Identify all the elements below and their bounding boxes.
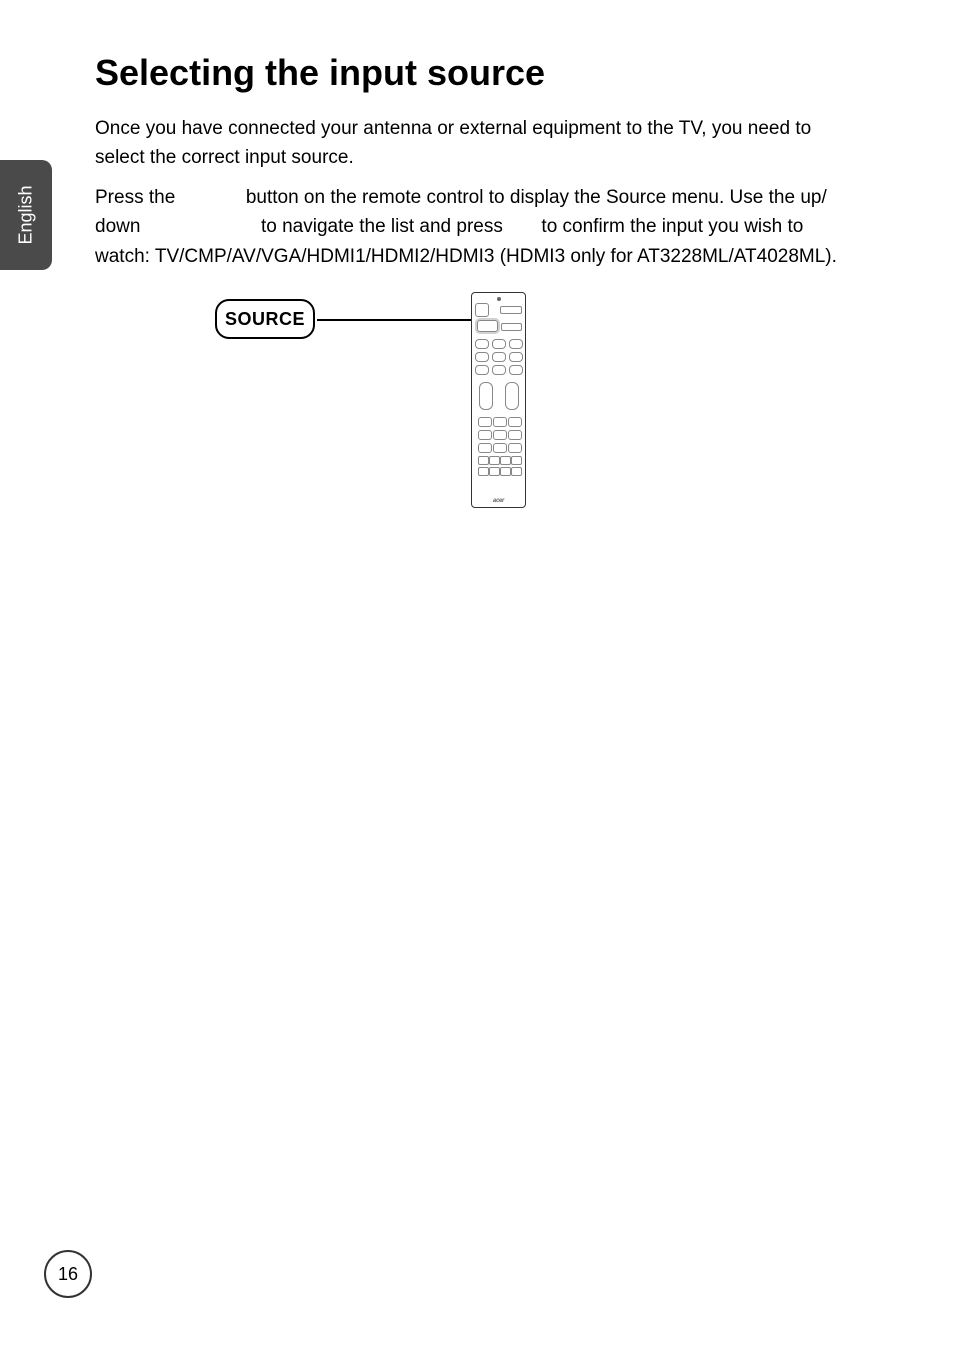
- source-callout-label: SOURCE: [215, 299, 315, 339]
- remote-pill-icon: [475, 352, 489, 362]
- figure-area: SOURCE: [95, 289, 854, 549]
- remote-led-icon: [497, 297, 501, 301]
- remote-button-icon: [478, 417, 492, 427]
- color-button-icon: [478, 456, 489, 465]
- remote-button-icon: [493, 417, 507, 427]
- remote-pill-icon: [492, 352, 506, 362]
- color-button-icon: [511, 456, 522, 465]
- remote-button-icon: [508, 443, 522, 453]
- top-button-icon: [500, 306, 522, 314]
- remote-pill-icon: [509, 352, 523, 362]
- page-number-badge: 16: [44, 1250, 92, 1298]
- remote-pill-icon: [509, 365, 523, 375]
- remote-pill-icon: [492, 365, 506, 375]
- language-tab-label: English: [16, 185, 37, 244]
- remote-pill-icon: [475, 339, 489, 349]
- language-tab: English: [0, 160, 52, 270]
- page-number: 16: [58, 1264, 78, 1285]
- color-button-icon: [500, 456, 511, 465]
- channel-rocker-icon: [505, 382, 519, 410]
- instruction-paragraph: Press the button on the remote control t…: [95, 183, 854, 271]
- callout-line: [317, 319, 491, 321]
- page-title: Selecting the input source: [95, 52, 854, 94]
- bottom-button-icon: [478, 467, 489, 476]
- remote-button-icon: [493, 443, 507, 453]
- source-callout-text: SOURCE: [225, 309, 305, 330]
- remote-pill-icon: [492, 339, 506, 349]
- instr-text-1: Press the: [95, 187, 181, 208]
- remote-button-icon: [478, 443, 492, 453]
- top-button2-icon: [501, 323, 522, 331]
- remote-button-icon: [508, 430, 522, 440]
- remote-pill-icon: [475, 365, 489, 375]
- source-button-highlight-icon: [477, 320, 498, 332]
- remote-button-icon: [493, 430, 507, 440]
- volume-rocker-icon: [479, 382, 493, 410]
- remote-pill-icon: [509, 339, 523, 349]
- remote-control-illustration: acer: [471, 292, 526, 508]
- bottom-button-icon: [500, 467, 511, 476]
- power-button-icon: [475, 303, 489, 317]
- content-area: Selecting the input source Once you have…: [95, 52, 854, 549]
- instr-text-3: to navigate the list and press: [256, 216, 508, 237]
- remote-brand-label: acer: [493, 498, 504, 504]
- intro-paragraph: Once you have connected your antenna or …: [95, 114, 854, 173]
- color-button-icon: [489, 456, 500, 465]
- remote-button-icon: [508, 417, 522, 427]
- bottom-button-icon: [511, 467, 522, 476]
- bottom-button-icon: [489, 467, 500, 476]
- remote-button-icon: [478, 430, 492, 440]
